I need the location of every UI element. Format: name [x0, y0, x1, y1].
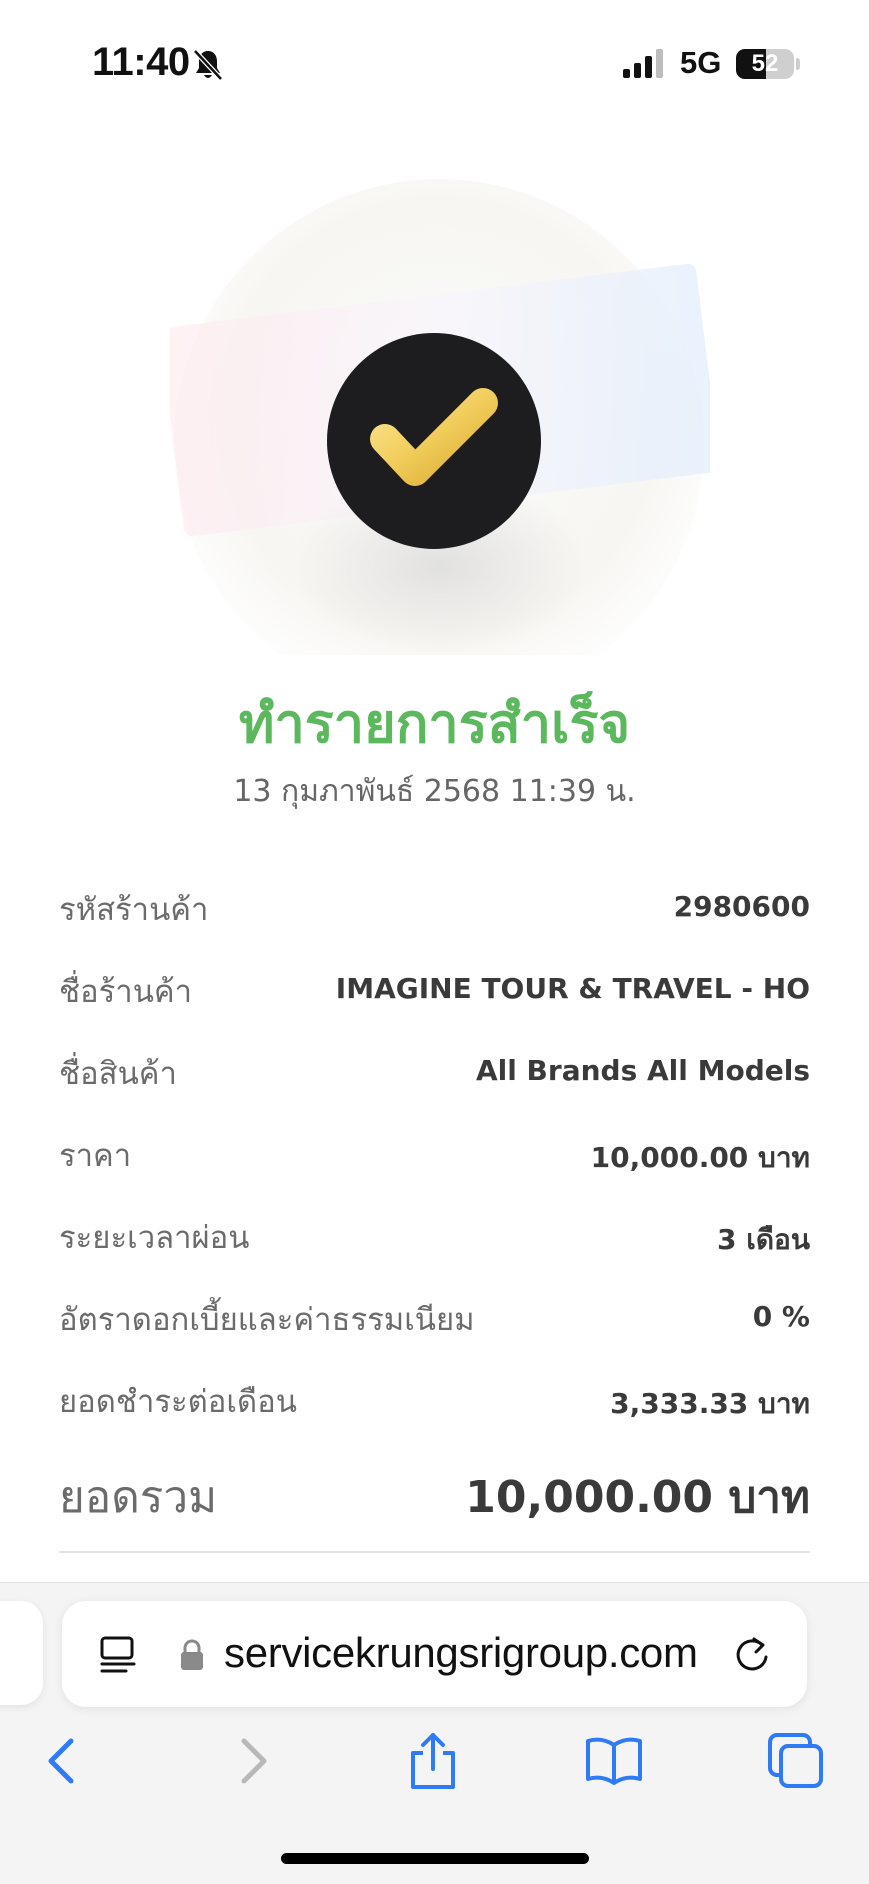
detail-row-price: ราคา 10,000.00 บาท	[59, 1126, 810, 1208]
reader-icon[interactable]	[98, 1635, 138, 1675]
url-text[interactable]: servicekrungsrigroup.com	[224, 1629, 698, 1677]
address-bar[interactable]: servicekrungsrigroup.com	[62, 1601, 807, 1707]
checkmark-icon	[370, 388, 498, 486]
browser-toolbar: servicekrungsrigroup.com	[0, 1582, 869, 1884]
share-icon	[411, 1733, 455, 1789]
detail-value: All Brands All Models	[475, 1054, 810, 1087]
forward-button[interactable]	[222, 1731, 282, 1791]
detail-label: ระยะเวลาผ่อน	[59, 1220, 250, 1256]
detail-label: รหัสร้านค้า	[59, 892, 209, 928]
detail-row-interest-fee: อัตราดอกเบี้ยและค่าธรรมเนียม 0 %	[59, 1290, 810, 1372]
battery-level: 52	[751, 50, 779, 77]
detail-label: ยอดชำระต่อเดือน	[59, 1384, 297, 1420]
status-time: 11:40	[92, 40, 190, 84]
bell-slash-icon	[193, 49, 223, 81]
tabs-icon	[768, 1733, 823, 1788]
detail-label: ชื่อสินค้า	[59, 1056, 177, 1092]
forward-icon	[241, 1738, 267, 1784]
detail-label: อัตราดอกเบี้ยและค่าธรรมเนียม	[59, 1302, 475, 1338]
transaction-datetime: 13 กุมภาพันธ์ 2568 11:39 น.	[233, 774, 636, 809]
battery-tip	[796, 58, 800, 70]
tabs-button[interactable]	[766, 1731, 826, 1791]
detail-value: 3,333.33 บาท	[610, 1387, 810, 1420]
status-bar: 11:40 5G 52	[0, 0, 869, 130]
detail-row-installment-period: ระยะเวลาผ่อน 3 เดือน	[59, 1208, 810, 1290]
bookmarks-icon	[586, 1737, 642, 1785]
detail-value: 10,000.00 บาท	[590, 1141, 810, 1174]
detail-value: 2980600	[673, 890, 810, 923]
reload-icon[interactable]	[732, 1635, 772, 1675]
total-label: ยอดรวม	[59, 1472, 218, 1523]
detail-row-merchant-id: รหัสร้านค้า 2980600	[59, 880, 810, 962]
detail-value: 3 เดือน	[717, 1223, 810, 1256]
signal-icon	[623, 49, 663, 78]
detail-label: ชื่อร้านค้า	[59, 974, 193, 1010]
success-title: ทำรายการสำเร็จ	[238, 692, 631, 755]
detail-label: ราคา	[59, 1138, 132, 1174]
back-icon	[48, 1738, 74, 1784]
detail-row-total: ยอดรวม 10,000.00 บาท	[59, 1454, 810, 1550]
detail-row-merchant-name: ชื่อร้านค้า IMAGINE TOUR & TRAVEL - HO	[59, 962, 810, 1044]
divider	[59, 1551, 810, 1553]
home-indicator[interactable]	[281, 1853, 589, 1864]
bookmarks-button[interactable]	[584, 1731, 644, 1791]
network-type: 5G	[680, 45, 722, 80]
detail-value: 0 %	[752, 1300, 810, 1333]
detail-row-monthly-payment: ยอดชำระต่อเดือน 3,333.33 บาท	[59, 1372, 810, 1454]
share-button[interactable]	[403, 1731, 463, 1791]
detail-value: IMAGINE TOUR & TRAVEL - HO	[335, 972, 810, 1005]
previous-tab-card[interactable]	[0, 1601, 43, 1705]
success-badge	[327, 333, 541, 549]
battery-icon: 52	[736, 49, 794, 79]
total-value: 10,000.00 บาท	[465, 1472, 810, 1523]
transaction-details: รหัสร้านค้า 2980600 ชื่อร้านค้า IMAGINE …	[59, 880, 810, 1550]
lock-icon	[181, 1639, 203, 1670]
back-button[interactable]	[33, 1731, 93, 1791]
detail-row-product-name: ชื่อสินค้า All Brands All Models	[59, 1044, 810, 1126]
success-illustration	[170, 175, 710, 655]
